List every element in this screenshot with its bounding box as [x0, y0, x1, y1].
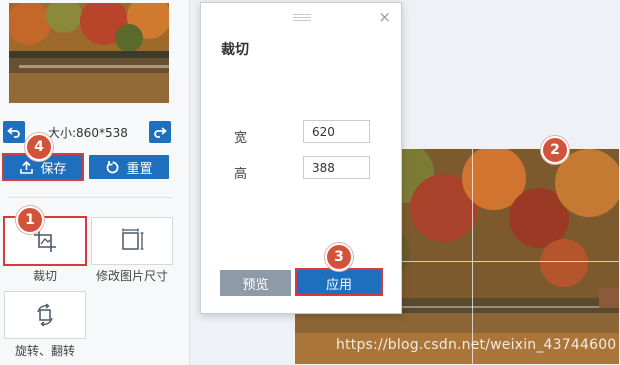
- height-label: 高: [234, 167, 248, 182]
- step-badge: 1: [16, 206, 44, 234]
- image-thumbnail: [9, 3, 169, 103]
- crop-tool-label: 裁切: [32, 269, 57, 283]
- step-badge: 3: [325, 243, 353, 271]
- preview-button[interactable]: 预览: [220, 270, 291, 296]
- resize-icon: [122, 228, 144, 250]
- rotate-icon: [37, 303, 53, 327]
- close-icon[interactable]: ×: [378, 8, 391, 26]
- step-badge: 4: [25, 133, 53, 161]
- reset-button[interactable]: 重置: [89, 155, 169, 179]
- image-size-text: 大小:860*538: [48, 126, 128, 140]
- drag-handle-icon[interactable]: [293, 14, 311, 21]
- undo-icon: [7, 127, 20, 138]
- width-input[interactable]: [303, 120, 370, 143]
- redo-button[interactable]: [149, 121, 171, 143]
- upload-icon: [20, 160, 34, 174]
- left-panel: 大小:860*538 保存 重置 裁切 修改图片尺寸 旋转、翻转: [0, 0, 190, 365]
- undo-button[interactable]: [3, 121, 25, 143]
- save-label: 保存: [40, 161, 67, 177]
- dialog-title: 裁切: [221, 42, 249, 58]
- height-input[interactable]: [303, 156, 370, 179]
- divider: [8, 197, 172, 198]
- apply-button[interactable]: 应用: [297, 270, 381, 296]
- redo-icon: [154, 127, 167, 138]
- step-badge: 2: [541, 136, 569, 164]
- rotate-tool-button[interactable]: [4, 291, 86, 339]
- width-label: 宽: [234, 131, 248, 146]
- reset-icon: [107, 160, 119, 173]
- resize-tool-button[interactable]: [91, 217, 173, 265]
- crop-grid-line: [472, 148, 473, 365]
- watermark: https://blog.csdn.net/weixin_43744600: [336, 337, 617, 353]
- reset-label: 重置: [126, 161, 153, 177]
- rotate-tool-label: 旋转、翻转: [14, 344, 75, 358]
- crop-dialog: × 裁切 宽 高 预览 应用: [200, 2, 402, 314]
- resize-tool-label: 修改图片尺寸: [95, 269, 168, 283]
